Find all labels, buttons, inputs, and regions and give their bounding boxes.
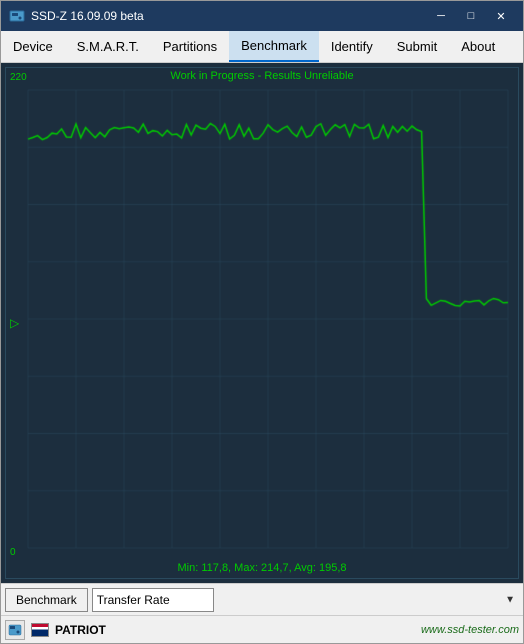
menu-identify[interactable]: Identify [319,31,385,62]
minimize-button[interactable]: ─ [427,6,455,26]
title-bar-left: SSD-Z 16.09.09 beta [9,8,144,24]
menu-benchmark[interactable]: Benchmark [229,31,319,62]
maximize-button[interactable]: □ [457,6,485,26]
window-title: SSD-Z 16.09.09 beta [31,9,144,23]
benchmark-chart-container: Work in Progress - Results Unreliable 22… [5,67,519,579]
chart-title: Work in Progress - Results Unreliable [170,70,353,82]
benchmark-button[interactable]: Benchmark [5,588,88,612]
status-bar: PATRIOT www.ssd-tester.com [1,615,523,643]
transfer-rate-dropdown[interactable]: Transfer Rate 4K Random Read 4K Random W… [92,588,214,612]
chart-y-min: 0 [10,547,16,558]
menu-about[interactable]: About [449,31,507,62]
chart-area: Work in Progress - Results Unreliable 22… [1,63,523,583]
benchmark-canvas [6,68,518,578]
main-window: SSD-Z 16.09.09 beta ─ □ ✕ Device S.M.A.R… [0,0,524,644]
menu-device[interactable]: Device [1,31,65,62]
drive-name: PATRIOT [55,623,106,637]
chart-y-max: 220 [10,72,27,83]
bottom-controls: Benchmark Transfer Rate 4K Random Read 4… [1,583,523,615]
menu-bar: Device S.M.A.R.T. Partitions Benchmark I… [1,31,523,63]
play-icon: ▷ [10,316,19,330]
country-flag [31,623,49,637]
dropdown-wrapper: Transfer Rate 4K Random Read 4K Random W… [92,588,519,612]
title-controls: ─ □ ✕ [427,6,515,26]
menu-smart[interactable]: S.M.A.R.T. [65,31,151,62]
title-bar: SSD-Z 16.09.09 beta ─ □ ✕ [1,1,523,31]
dropdown-arrow-icon: ▼ [505,594,515,605]
website-url: www.ssd-tester.com [421,624,519,636]
app-icon [9,8,25,24]
status-drive-icon [5,620,25,640]
menu-submit[interactable]: Submit [385,31,449,62]
status-left: PATRIOT [5,620,106,640]
close-button[interactable]: ✕ [487,6,515,26]
chart-stats: Min: 117,8, Max: 214,7, Avg: 195,8 [178,562,347,574]
menu-partitions[interactable]: Partitions [151,31,229,62]
